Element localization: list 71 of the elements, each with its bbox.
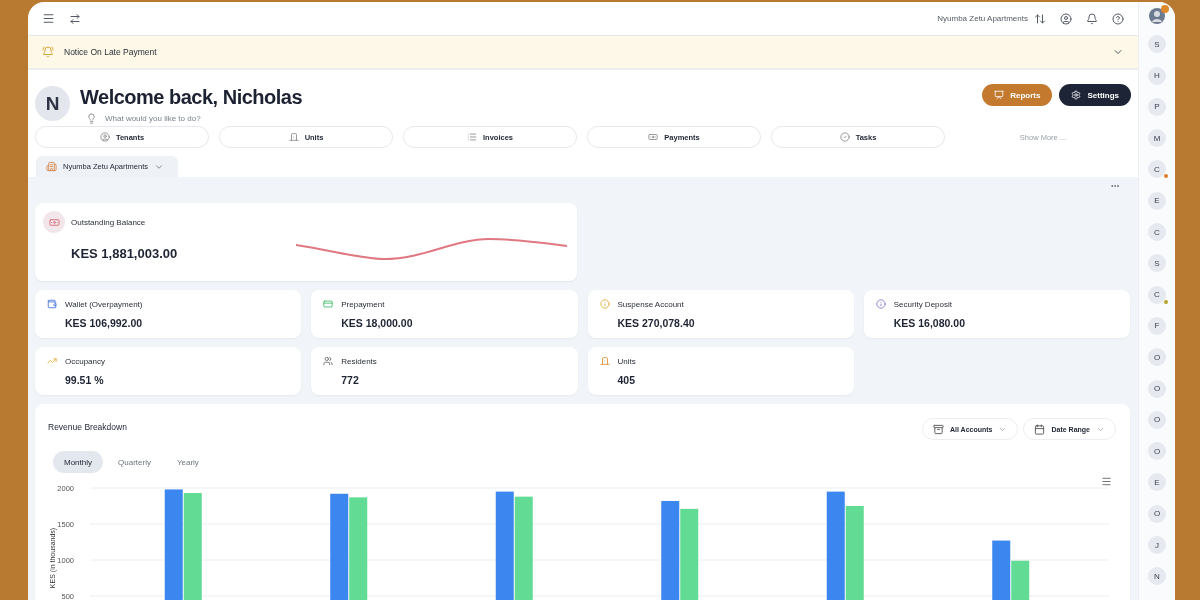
stat-value: KES 106,992.00 [65,317,144,329]
help-icon[interactable] [1112,12,1124,25]
calendar-icon [1034,423,1046,435]
period-tab[interactable]: Yearly [165,451,210,473]
stat-value: KES 18,000.00 [341,317,414,329]
trend-up-icon [47,356,57,366]
period-tab[interactable]: Monthly [53,451,103,473]
contact-avatar[interactable]: C [1148,223,1166,242]
contact-avatar[interactable]: P [1148,97,1166,116]
stat-value: 772 [341,374,360,386]
contact-avatar[interactable]: O [1148,379,1166,398]
contact-avatar[interactable]: O [1148,410,1166,429]
check-circle-icon [839,132,850,142]
contact-avatar[interactable]: J [1148,536,1166,555]
contact-avatar[interactable]: E [1148,191,1166,210]
info-icon [875,299,886,309]
menu-icon[interactable] [42,12,55,25]
stat-label: Residents [341,356,378,366]
door-icon [288,132,299,142]
contact-avatar[interactable]: C [1148,285,1166,304]
avatar: N [35,86,70,121]
settings-button[interactable]: Settings [1059,84,1131,106]
card-title: Outstanding Balance [71,217,146,227]
stat-value: 99.51 % [65,374,105,386]
contact-avatar[interactable]: E [1148,473,1166,492]
banknote-icon [648,132,659,142]
welcome-heading: Welcome back, Nicholas [80,86,304,109]
archive-icon [932,423,944,435]
contact-avatar[interactable]: F [1148,316,1166,335]
users-icon [323,356,334,366]
contact-avatar[interactable]: S [1148,254,1166,273]
contact-avatar[interactable]: M [1148,129,1166,148]
sort-arrows-icon[interactable] [1034,12,1046,25]
stat-label: Prepayment [341,299,386,309]
contact-avatar[interactable]: H [1148,66,1166,85]
info-icon [599,299,610,309]
door-icon [599,356,610,366]
stat-label: Occupancy [65,356,107,366]
money-icon [43,211,65,233]
card-icon [323,299,334,309]
bell-icon [42,46,54,58]
stat-value: KES 270,078.40 [617,317,696,329]
list-icon [467,132,477,142]
prompt-text: What would you like to do? [105,114,201,123]
contact-avatar[interactable]: S [1148,35,1166,54]
balance-value: KES 1,881,003.00 [71,246,178,261]
stat-label: Wallet (Overpayment) [65,299,144,309]
revenue-title: Revenue Breakdown [48,422,128,432]
stat-value: 405 [617,374,637,386]
wallet-icon [47,299,57,309]
stat-label: Security Deposit [893,299,953,309]
settings-icon [1071,90,1082,100]
chart-menu-icon[interactable] [1101,476,1112,487]
notification-bell-icon[interactable] [1086,12,1098,25]
swap-arrows-icon[interactable] [69,12,81,25]
contact-avatar[interactable]: O [1148,442,1166,461]
contact-avatar[interactable]: O [1148,348,1166,367]
period-tab[interactable]: Quarterly [107,451,162,473]
user-icon [99,132,110,142]
notice-title: Notice On Late Payment [64,47,158,57]
contact-avatar[interactable]: N [1148,567,1166,586]
building-icon [46,161,57,172]
stat-label: Suspense Account [617,299,685,309]
stat-label: Units [617,356,637,366]
property-name: Nyumba Zetu Apartments [937,14,1028,23]
contact-avatar[interactable]: C [1148,160,1166,179]
contact-avatar[interactable]: O [1148,504,1166,523]
stat-value: KES 16,080.00 [893,317,966,329]
lightbulb-icon [86,113,97,124]
presentation-icon [994,90,1005,100]
user-icon[interactable] [1060,12,1072,25]
